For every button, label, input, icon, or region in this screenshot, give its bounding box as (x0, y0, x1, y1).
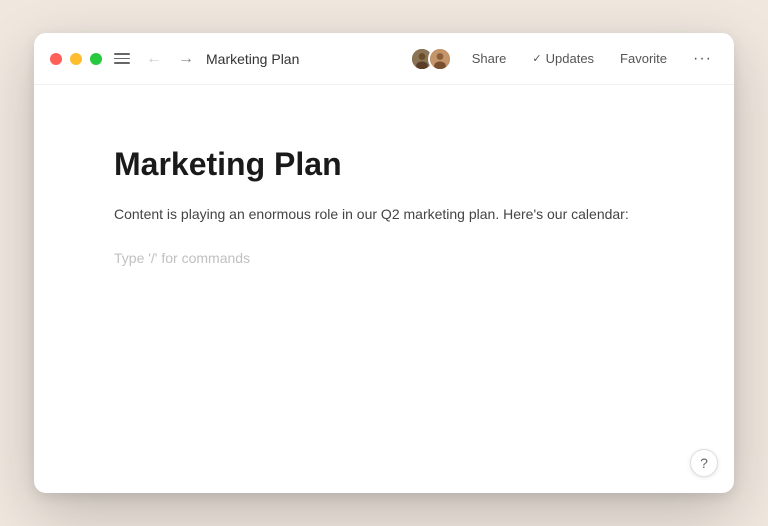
forward-button[interactable]: → (174, 49, 198, 69)
document-body: Content is playing an enormous role in o… (114, 203, 654, 225)
traffic-lights (50, 53, 102, 65)
document-title[interactable]: Marketing Plan (114, 145, 654, 183)
titlebar: ← → Marketing Plan (34, 33, 734, 85)
close-button[interactable] (50, 53, 62, 65)
favorite-label: Favorite (620, 51, 667, 66)
share-label: Share (472, 51, 507, 66)
check-icon: ✓ (532, 52, 541, 65)
avatar (428, 47, 452, 71)
type-hint[interactable]: Type '/' for commands (114, 250, 654, 266)
more-options-button[interactable]: ··· (687, 46, 718, 72)
back-button[interactable]: ← (142, 49, 166, 69)
navigation-buttons: ← → (142, 49, 198, 69)
content-area: Marketing Plan Content is playing an eno… (34, 85, 734, 493)
sidebar-toggle-button[interactable] (114, 53, 130, 64)
help-icon: ? (700, 455, 708, 471)
updates-button[interactable]: ✓ Updates (526, 47, 600, 70)
favorite-button[interactable]: Favorite (614, 47, 673, 70)
minimize-button[interactable] (70, 53, 82, 65)
app-window: ← → Marketing Plan (34, 33, 734, 493)
titlebar-actions: Share ✓ Updates Favorite ··· (410, 46, 718, 72)
help-button[interactable]: ? (690, 449, 718, 477)
more-icon: ··· (693, 50, 712, 67)
collaborator-avatars (410, 47, 452, 71)
share-button[interactable]: Share (466, 47, 513, 70)
maximize-button[interactable] (90, 53, 102, 65)
updates-label: Updates (546, 51, 594, 66)
